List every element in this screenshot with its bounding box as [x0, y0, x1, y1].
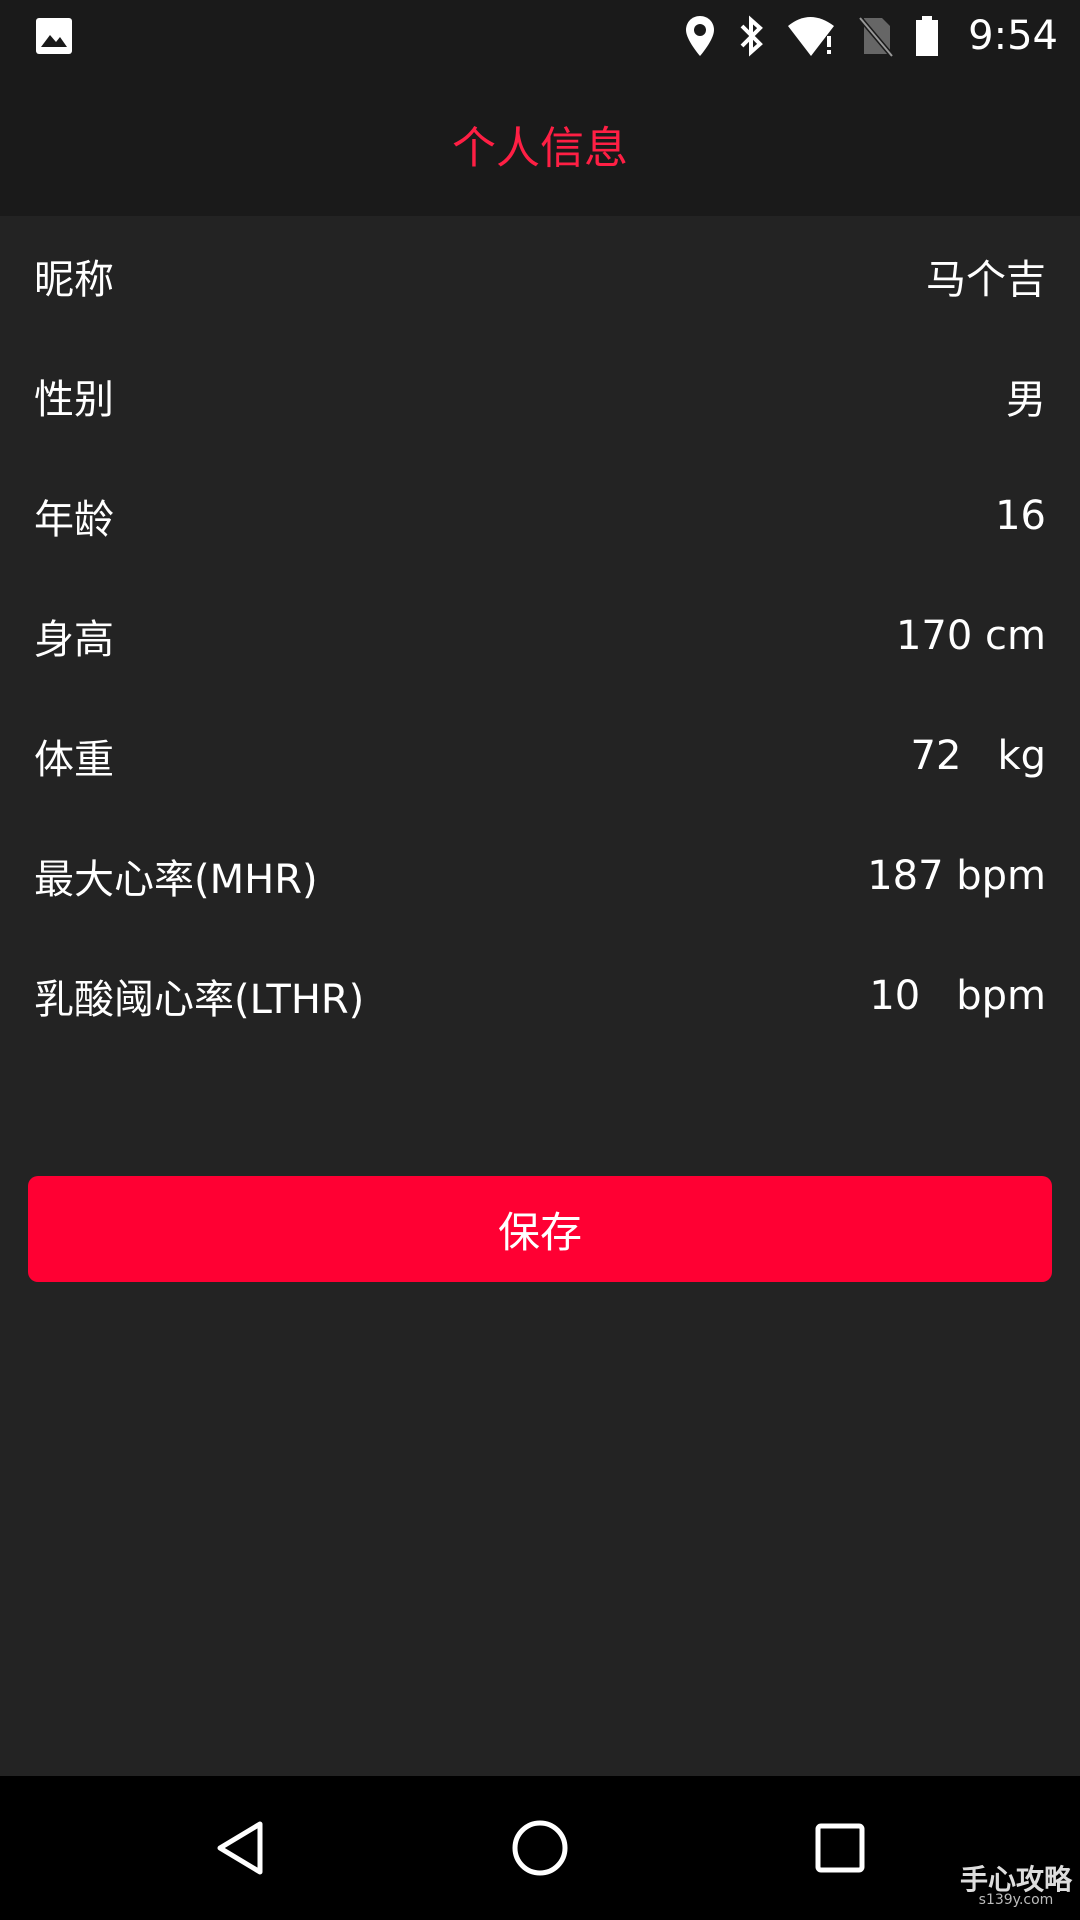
row-nickname[interactable]: 昵称 马个吉: [0, 216, 1080, 336]
row-gender[interactable]: 性别 男: [0, 336, 1080, 456]
back-icon[interactable]: [208, 1816, 272, 1880]
row-weight[interactable]: 体重 72 kg: [0, 696, 1080, 816]
image-icon: [34, 16, 74, 56]
gender-value: 男: [1006, 377, 1046, 423]
row-height[interactable]: 身高 170 cm: [0, 576, 1080, 696]
status-time: 9:54: [968, 13, 1058, 59]
title-bar: 个人信息: [0, 72, 1080, 216]
location-icon: [684, 14, 716, 58]
gender-label: 性别: [34, 377, 114, 423]
row-age[interactable]: 年龄 16: [0, 456, 1080, 576]
lthr-value: 10: [869, 973, 921, 1019]
height-value: 170 cm: [895, 613, 1046, 659]
profile-list: 昵称 马个吉 性别 男 年龄 16 身高 170 cm 体重 72 kg 最大心…: [0, 216, 1080, 1056]
watermark-logo: 手心攻略 s139y.com: [960, 1858, 1072, 1908]
mhr-label: 最大心率(MHR): [34, 857, 318, 903]
age-label: 年龄: [34, 497, 114, 543]
height-label: 身高: [34, 617, 114, 663]
recents-icon[interactable]: [808, 1816, 872, 1880]
page-title: 个人信息: [452, 123, 628, 174]
lthr-unit: bpm: [956, 973, 1046, 1019]
wifi-alert-icon: [786, 14, 838, 58]
weight-value-group: 72 kg: [911, 733, 1046, 779]
mhr-value: 187 bpm: [867, 853, 1046, 899]
weight-value: 72: [910, 733, 962, 779]
lthr-label: 乳酸阈心率(LTHR): [34, 977, 365, 1023]
status-bar: 9:54: [0, 0, 1080, 72]
weight-unit: kg: [997, 733, 1046, 779]
age-value: 16: [995, 493, 1046, 539]
nickname-label: 昵称: [34, 257, 114, 303]
bluetooth-icon: [736, 14, 766, 58]
weight-label: 体重: [34, 737, 114, 783]
battery-icon: [914, 14, 940, 58]
no-sim-icon: [858, 14, 895, 58]
lthr-value-group: 10 bpm: [869, 973, 1046, 1019]
row-lactate-threshold-heart-rate[interactable]: 乳酸阈心率(LTHR) 10 bpm: [0, 936, 1080, 1056]
save-button[interactable]: 保存: [28, 1176, 1052, 1282]
nickname-value: 马个吉: [926, 257, 1046, 303]
nav-bar: [0, 1776, 1080, 1920]
home-icon[interactable]: [508, 1816, 572, 1880]
row-max-heart-rate[interactable]: 最大心率(MHR) 187 bpm: [0, 816, 1080, 936]
